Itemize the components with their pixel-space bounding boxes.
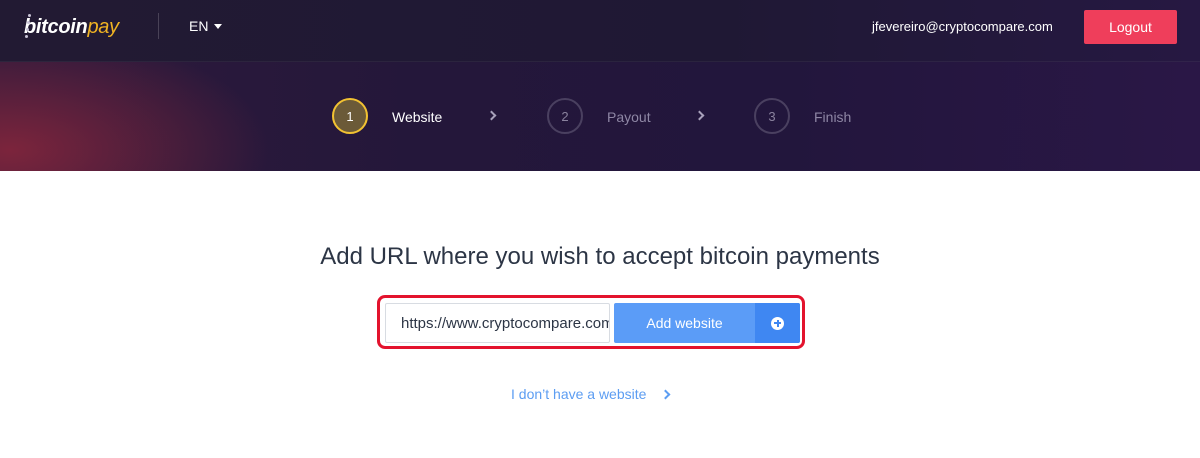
step-2-label: Payout <box>607 109 651 125</box>
top-navbar: bitcoinpay EN jfevereiro@cryptocompare.c… <box>0 0 1200 62</box>
chevron-right-icon <box>694 110 705 121</box>
add-website-button[interactable]: Add website <box>614 303 800 343</box>
bitcoinpay-logo[interactable]: bitcoinpay <box>24 12 119 42</box>
chevron-right-icon <box>660 389 671 400</box>
step-3-label: Finish <box>814 109 852 125</box>
header-banner: bitcoinpay EN jfevereiro@cryptocompare.c… <box>0 0 1200 171</box>
logo-text-bitcoin: bitcoin <box>24 16 88 38</box>
page-title: Add URL where you wish to accept bitcoin… <box>320 243 880 270</box>
step-3-number: 3 <box>768 108 776 124</box>
logo-dots-icon <box>22 14 32 42</box>
step-1-indicator: 1 <box>332 98 368 134</box>
caret-down-icon <box>214 24 223 29</box>
chevron-right-icon <box>486 110 497 121</box>
language-selector[interactable]: EN <box>189 18 223 34</box>
navbar-divider <box>158 13 159 39</box>
step-1-label: Website <box>392 109 443 125</box>
logo-text-pay: pay <box>87 16 119 38</box>
step-1-number: 1 <box>346 108 354 124</box>
no-website-link[interactable]: I don’t have a website <box>511 386 671 402</box>
step-2-indicator: 2 <box>547 98 583 134</box>
add-website-icon-cell <box>755 303 800 343</box>
plus-circle-icon <box>771 316 784 330</box>
logo-text: bitcoinpay <box>24 12 119 42</box>
user-email: jfevereiro@cryptocompare.com <box>872 19 1053 34</box>
add-website-label: Add website <box>646 315 723 331</box>
logout-button[interactable]: Logout <box>1084 10 1177 44</box>
step-2-number: 2 <box>561 108 569 124</box>
language-label: EN <box>189 18 209 34</box>
step-3-indicator: 3 <box>754 98 790 134</box>
website-url-input[interactable] <box>385 303 610 343</box>
no-website-link-text: I don’t have a website <box>511 386 647 402</box>
